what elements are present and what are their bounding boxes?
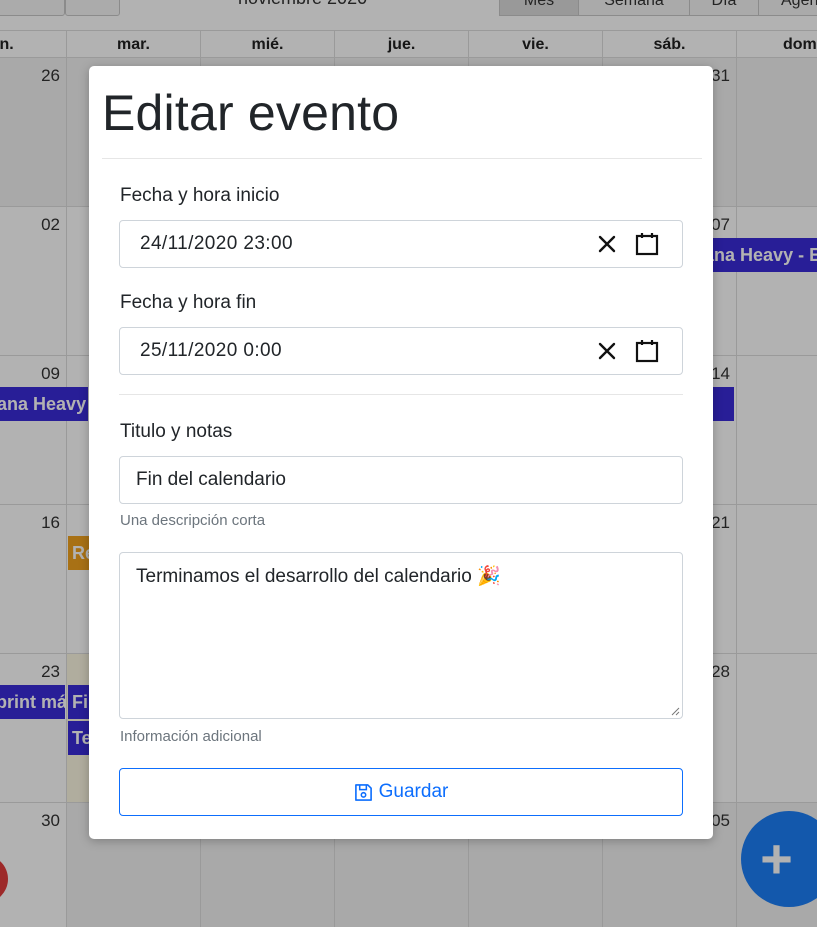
notes-hint: Información adicional — [120, 728, 262, 745]
title-hint: Una descripción corta — [120, 512, 266, 529]
event-title-input[interactable]: Fin del calendario — [119, 456, 683, 504]
event-title-value: Fin del calendario — [136, 469, 286, 490]
edit-event-modal: Editar evento Fecha y hora inicio 24/11/… — [89, 66, 713, 839]
save-button-label: Guardar — [378, 781, 449, 802]
resize-handle-icon[interactable] — [670, 706, 680, 716]
event-notes-textarea[interactable]: Terminamos el desarrollo del calendario … — [119, 552, 683, 719]
calendar-icon[interactable] — [635, 232, 659, 256]
close-icon[interactable] — [596, 233, 618, 255]
form-divider — [119, 394, 683, 395]
start-datetime-label: Fecha y hora inicio — [120, 185, 280, 206]
end-datetime-field[interactable]: 25/11/2020 0:00 — [119, 327, 683, 375]
end-datetime-value: 25/11/2020 0:00 — [140, 340, 282, 361]
start-datetime-value: 24/11/2020 23:00 — [140, 233, 293, 254]
event-notes-value: Terminamos el desarrollo del calendario … — [136, 566, 501, 587]
save-button[interactable]: Guardar — [119, 768, 683, 816]
save-icon — [354, 783, 372, 801]
calendar-icon[interactable] — [635, 339, 659, 363]
start-datetime-field[interactable]: 24/11/2020 23:00 — [119, 220, 683, 268]
modal-title: Editar evento — [102, 85, 400, 141]
close-icon[interactable] — [596, 340, 618, 362]
end-datetime-label: Fecha y hora fin — [120, 292, 257, 313]
title-divider — [102, 158, 702, 159]
title-notes-label: Titulo y notas — [120, 421, 233, 442]
